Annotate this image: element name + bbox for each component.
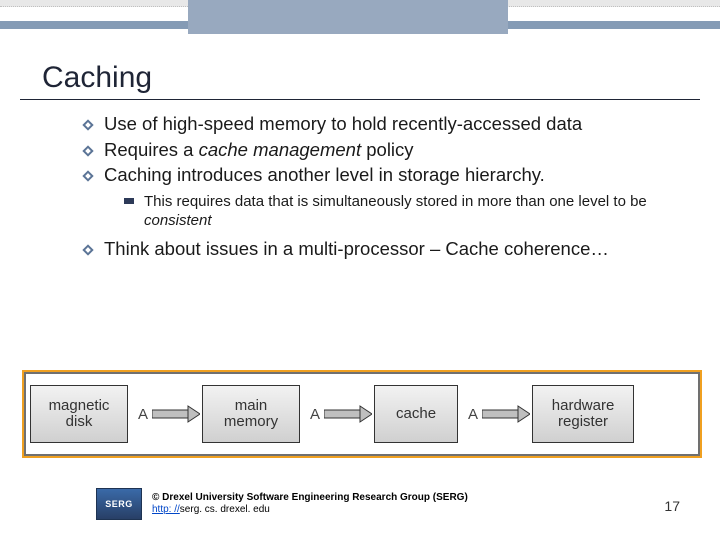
arrow: A: [460, 404, 530, 424]
sub-bullet-item: This requires data that is simultaneousl…: [124, 193, 670, 231]
bullet-item: Requires a cache management policy: [80, 138, 670, 162]
arrow-label: A: [468, 406, 478, 423]
bullet-text: Think about issues in a multi-processor …: [104, 237, 609, 261]
diamond-bullet-icon: [80, 144, 96, 158]
footer: SERG © Drexel University Software Engine…: [96, 488, 468, 520]
sub-bullet-text: This requires data that is simultaneousl…: [144, 193, 670, 231]
content-area: Use of high-speed memory to hold recentl…: [80, 112, 670, 260]
arrow-right-icon: [482, 404, 530, 424]
arrow-right-icon: [324, 404, 372, 424]
arrow-label: A: [138, 406, 148, 423]
diamond-bullet-icon: [80, 169, 96, 183]
footer-link: http: //: [152, 504, 180, 515]
bullet-text: Use of high-speed memory to hold recentl…: [104, 112, 582, 136]
slide-title: Caching: [42, 61, 720, 95]
bullet-text: Caching introduces another level in stor…: [104, 163, 545, 187]
footer-text: © Drexel University Software Engineering…: [152, 492, 468, 516]
node-magnetic-disk: magneticdisk: [30, 385, 128, 443]
bullet-item: Use of high-speed memory to hold recentl…: [80, 112, 670, 136]
diamond-bullet-icon: [80, 118, 96, 132]
serg-logo: SERG: [96, 488, 142, 520]
node-cache: cache: [374, 385, 458, 443]
diagram-inner: magneticdisk A mainmemory A cache A hard…: [26, 374, 698, 454]
storage-hierarchy-diagram: magneticdisk A mainmemory A cache A hard…: [22, 370, 702, 458]
diamond-bullet-icon: [80, 243, 96, 257]
arrow-label: A: [310, 406, 320, 423]
header-accent-block: [188, 0, 508, 34]
title-underline: [20, 99, 700, 100]
arrow: A: [130, 404, 200, 424]
bullet-item: Caching introduces another level in stor…: [80, 163, 670, 187]
square-bullet-icon: [124, 198, 134, 204]
bullet-text: Requires a cache management policy: [104, 138, 414, 162]
arrow: A: [302, 404, 372, 424]
bullet-item: Think about issues in a multi-processor …: [80, 237, 670, 261]
arrow-right-icon: [152, 404, 200, 424]
node-hardware-register: hardwareregister: [532, 385, 634, 443]
node-main-memory: mainmemory: [202, 385, 300, 443]
page-number: 17: [664, 498, 680, 514]
